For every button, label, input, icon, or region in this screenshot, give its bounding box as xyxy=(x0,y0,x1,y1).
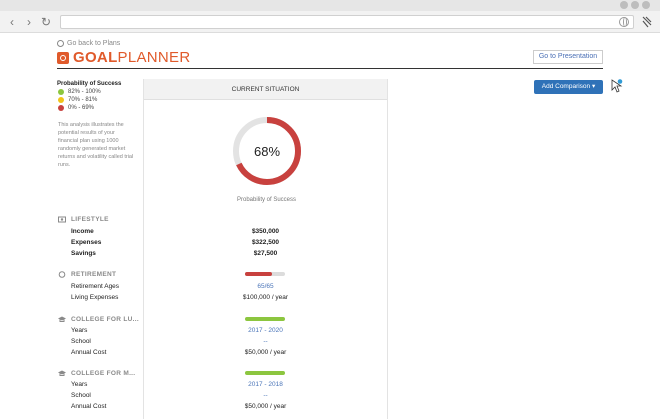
college-2-cost-value: $50,000 / year xyxy=(244,403,287,410)
window-dot[interactable] xyxy=(620,1,628,9)
college-1-years-value[interactable]: 2017 - 2020 xyxy=(143,327,388,334)
living-expenses-label: Living Expenses xyxy=(71,294,119,301)
section-retirement: RETIREMENT xyxy=(58,271,116,278)
legend-label: 70% - 81% xyxy=(68,97,98,103)
college-1-school-label: School xyxy=(71,338,91,345)
reload-icon[interactable]: ↻ xyxy=(39,15,53,29)
income-label: Income xyxy=(71,228,94,235)
college-2-school-label: School xyxy=(71,392,91,399)
section-title: COLLEGE FOR LU... xyxy=(71,316,139,323)
graduation-cap-icon xyxy=(58,370,66,376)
college-1-years-label: Years xyxy=(71,327,88,334)
section-title: COLLEGE FOR M... xyxy=(71,370,136,377)
retirement-bar-fill xyxy=(245,272,272,276)
legend-label: 0% - 69% xyxy=(68,105,95,111)
browser-toolbar: ‹ › ↻ xyxy=(0,11,660,33)
probability-value: 68% xyxy=(253,144,281,159)
college-1-bar xyxy=(245,317,285,321)
browser-title-bar xyxy=(0,0,660,11)
forward-arrow-icon[interactable]: › xyxy=(22,15,36,29)
cursor-icon xyxy=(611,79,623,93)
college-2-years-value[interactable]: 2017 - 2018 xyxy=(143,381,388,388)
green-dot-icon xyxy=(58,89,64,95)
money-icon xyxy=(58,216,66,223)
living-expenses-value: $100,000 / year xyxy=(242,294,289,301)
back-to-plans-link[interactable]: Go back to Plans xyxy=(57,40,120,47)
goal-planner-logo: GOALPLANNER xyxy=(57,49,191,66)
probability-gauge: 68% xyxy=(230,114,304,188)
probability-caption: Probability of Success xyxy=(236,197,297,203)
globe-icon xyxy=(619,17,629,27)
section-college-2: COLLEGE FOR M... xyxy=(58,370,135,377)
college-1-cost-label: Annual Cost xyxy=(71,349,107,356)
section-title: RETIREMENT xyxy=(71,271,117,278)
back-arrow-icon[interactable]: ‹ xyxy=(5,15,19,29)
savings-label: Savings xyxy=(71,250,96,257)
add-comparison-button[interactable]: Add Comparison ▾ xyxy=(534,80,603,94)
logo-mark-icon xyxy=(57,51,69,64)
red-dot-icon xyxy=(58,105,64,111)
section-title: LIFESTYLE xyxy=(71,216,109,223)
college-1-cost-value: $50,000 / year xyxy=(244,349,287,356)
college-2-cost-label: Annual Cost xyxy=(71,403,107,410)
college-2-bar xyxy=(245,371,285,375)
back-link-label: Go back to Plans xyxy=(67,40,121,47)
college-1-school-value[interactable]: -- xyxy=(143,338,388,345)
expenses-value: $322,500 xyxy=(251,239,280,246)
college-2-years-label: Years xyxy=(71,381,88,388)
section-lifestyle: LIFESTYLE xyxy=(58,216,109,223)
legend-item-medium: 70% - 81% xyxy=(58,97,97,103)
legend-item-low: 0% - 69% xyxy=(58,105,94,111)
section-college-1: COLLEGE FOR LU... xyxy=(58,316,139,323)
college-2-school-value[interactable]: -- xyxy=(143,392,388,399)
window-controls xyxy=(620,1,650,9)
card-title: CURRENT SITUATION xyxy=(144,79,387,100)
logo-text: GOALPLANNER xyxy=(73,49,191,66)
retirement-ages-label: Retirement Ages xyxy=(71,283,120,290)
income-value: $350,000 xyxy=(251,228,280,235)
retirement-ages-value[interactable]: 65/65 xyxy=(143,283,388,290)
analysis-description: This analysis illustrates the potential … xyxy=(58,122,134,168)
savings-value: $27,500 xyxy=(253,250,278,257)
legend-title: Probability of Success xyxy=(57,81,122,87)
legend-item-high: 82% - 100% xyxy=(58,89,101,95)
back-circle-icon xyxy=(57,40,64,47)
circle-icon xyxy=(58,271,66,278)
extension-icon[interactable] xyxy=(642,16,652,28)
address-bar[interactable] xyxy=(60,15,634,29)
graduation-cap-icon xyxy=(58,316,66,322)
current-situation-card: CURRENT SITUATION 68% Probability of Suc… xyxy=(143,79,388,419)
window-dot[interactable] xyxy=(631,1,639,9)
expenses-label: Expenses xyxy=(71,239,102,246)
legend-label: 82% - 100% xyxy=(68,89,101,95)
header-divider xyxy=(57,68,603,69)
window-dot[interactable] xyxy=(642,1,650,9)
go-to-presentation-button[interactable]: Go to Presentation xyxy=(533,50,603,64)
yellow-dot-icon xyxy=(58,97,64,103)
